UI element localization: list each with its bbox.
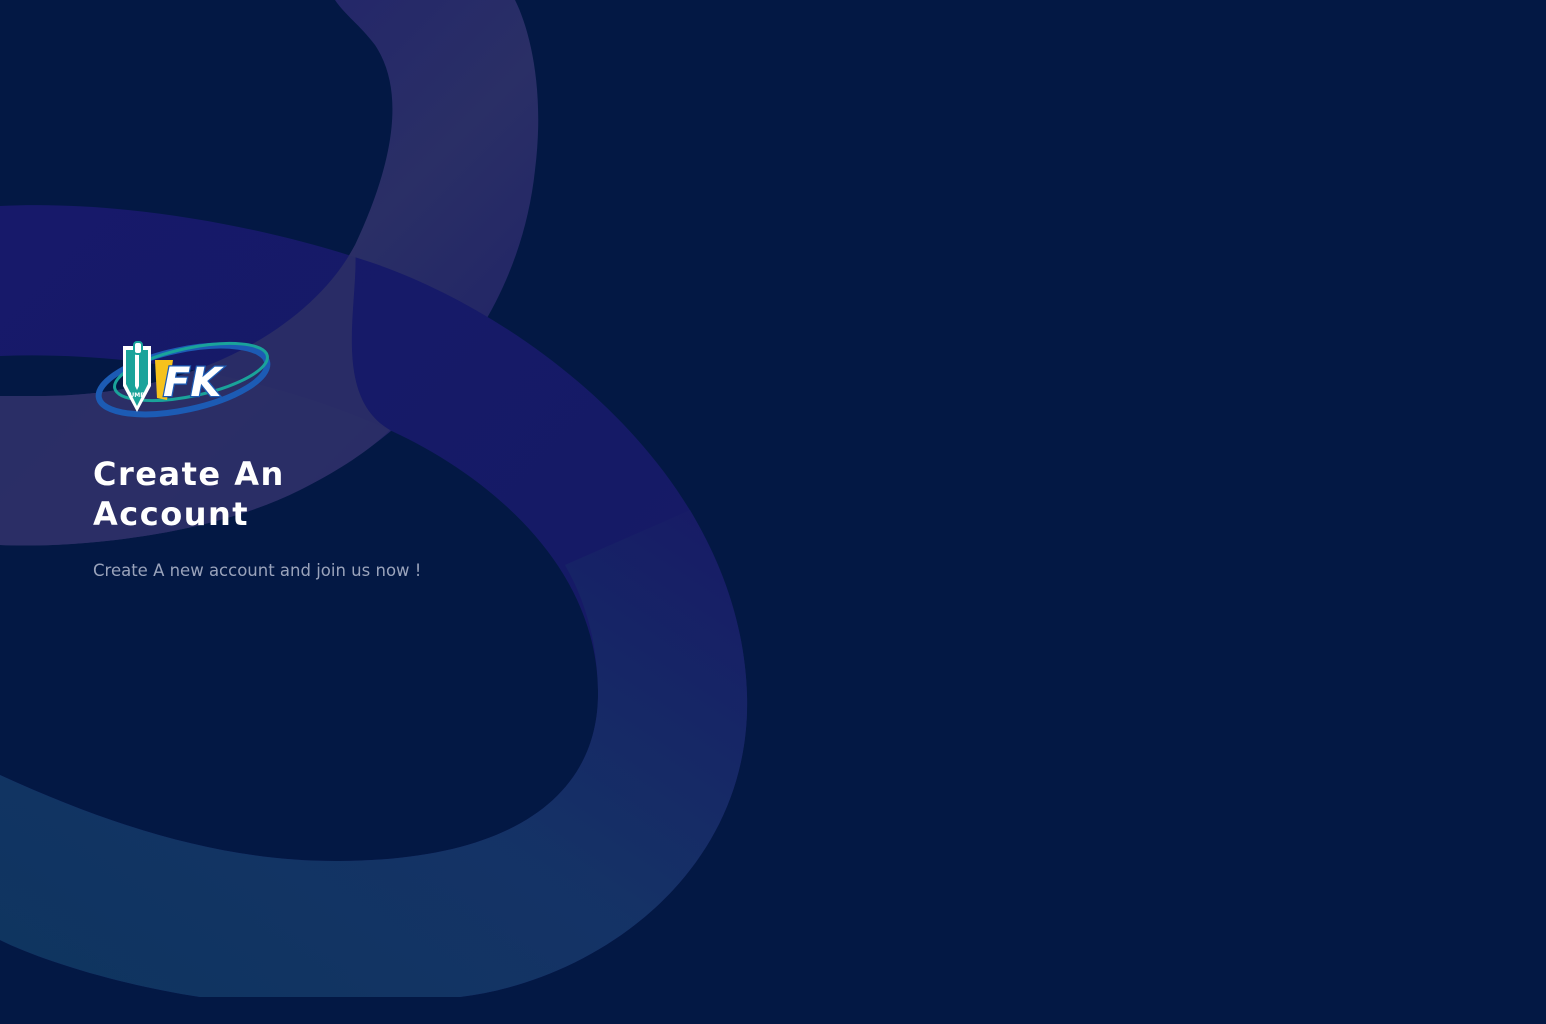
- logo-letters: FK: [163, 360, 224, 406]
- page-title: Create An Account: [93, 454, 285, 534]
- create-account-page: UMP FK Create An Account Create A new ac…: [0, 0, 1546, 1024]
- page-title-line-2: Account: [93, 495, 250, 533]
- page-title-line-1: Create An: [93, 455, 285, 493]
- logo-badge-text: UMP: [129, 392, 145, 399]
- ufk-logo-icon: UMP FK: [95, 341, 271, 418]
- page-subtitle: Create A new account and join us now !: [93, 561, 422, 580]
- ribbon-lower-shade: [0, 510, 748, 997]
